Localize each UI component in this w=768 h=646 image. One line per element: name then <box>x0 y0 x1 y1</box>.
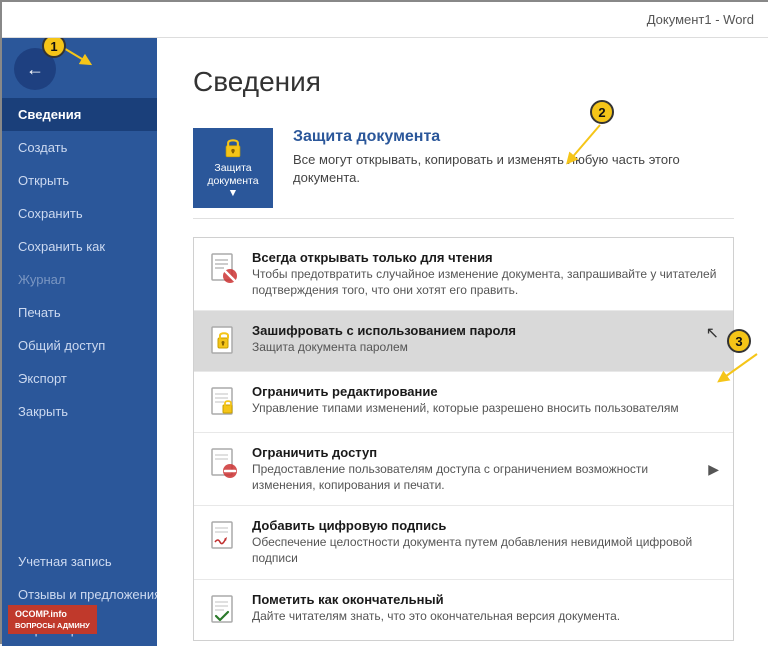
restrict-edit-text: Ограничить редактирование Управление тип… <box>252 384 719 417</box>
back-icon: ← <box>26 59 44 80</box>
sidebar-nav: Сведения Создать Открыть Сохранить Сохра… <box>2 98 157 428</box>
main-content: ← 1 Сведения <box>2 38 768 646</box>
restrict-access-icon <box>208 445 240 481</box>
protect-document-button[interactable]: Защитадокумента ▼ <box>193 128 273 208</box>
protect-section: 2 <box>193 118 734 219</box>
sidebar-item-sohranit-kak[interactable]: Сохранить как <box>2 230 157 263</box>
restrict-access-desc: Предоставление пользователям доступа с о… <box>252 462 700 493</box>
annotation-3: 3 <box>727 329 751 353</box>
sidebar-spacer <box>2 428 157 545</box>
digital-signature-title: Добавить цифровую подпись <box>252 518 719 533</box>
sidebar: ← 1 Сведения <box>2 38 157 646</box>
annotation-2: 2 <box>590 100 614 124</box>
watermark: OCOMP.info ВОПРОСЫ АДМИНУ <box>8 605 97 634</box>
annotation-3-wrapper: 3 <box>727 329 751 353</box>
sidebar-item-sohranit[interactable]: Сохранить <box>2 197 157 230</box>
restrict-access-arrow: ▶ <box>708 461 719 478</box>
mark-final-title: Пометить как окончательный <box>252 592 719 607</box>
page-title: Сведения <box>193 66 734 98</box>
digital-signature-icon <box>208 518 240 554</box>
title-bar-text: Документ1 - Word <box>647 12 754 27</box>
sidebar-item-sozdat[interactable]: Создать <box>2 131 157 164</box>
app-window: Документ1 - Word ← 1 <box>2 2 768 646</box>
protect-title: Защита документа <box>293 128 734 146</box>
annotation-1: 1 <box>42 38 66 58</box>
mark-final-desc: Дайте читателям знать, что это окончател… <box>252 609 719 625</box>
title-bar: Документ1 - Word <box>2 2 768 38</box>
menu-item-read-only[interactable]: Всегда открывать только для чтения Чтобы… <box>194 238 733 311</box>
sidebar-item-zhurnal: Журнал <box>2 263 157 296</box>
sidebar-item-svedenia[interactable]: Сведения <box>2 98 157 131</box>
read-only-text: Всегда открывать только для чтения Чтобы… <box>252 250 719 298</box>
menu-item-encrypt[interactable]: 3 <box>194 311 733 372</box>
annotation-2-wrapper: 2 <box>590 100 614 124</box>
restrict-edit-desc: Управление типами изменений, которые раз… <box>252 401 719 417</box>
digital-signature-desc: Обеспечение целостности документа путем … <box>252 535 719 566</box>
protect-description: Все могут открывать, копировать и изменя… <box>293 151 734 187</box>
sidebar-item-pechat[interactable]: Печать <box>2 296 157 329</box>
menu-item-digital-signature[interactable]: Добавить цифровую подпись Обеспечение це… <box>194 506 733 579</box>
restrict-edit-icon <box>208 384 240 420</box>
sidebar-item-otkryt[interactable]: Открыть <box>2 164 157 197</box>
cursor-indicator: ↖ <box>706 323 719 343</box>
digital-signature-text: Добавить цифровую подпись Обеспечение це… <box>252 518 719 566</box>
read-only-desc: Чтобы предотвратить случайное изменение … <box>252 267 719 298</box>
protect-icon-label: Защитадокумента ▼ <box>201 162 265 200</box>
protect-dropdown: Всегда открывать только для чтения Чтобы… <box>193 237 734 641</box>
encrypt-icon <box>208 323 240 359</box>
read-only-icon <box>208 250 240 286</box>
lock-icon <box>218 136 248 158</box>
sidebar-item-eksport[interactable]: Экспорт <box>2 362 157 395</box>
encrypt-desc: Защита документа паролем <box>252 340 702 356</box>
encrypt-text: Зашифровать с использованием пароля Защи… <box>252 323 702 356</box>
mark-final-text: Пометить как окончательный Дайте читател… <box>252 592 719 625</box>
sidebar-item-zakryt[interactable]: Закрыть <box>2 395 157 428</box>
mark-final-icon <box>208 592 240 628</box>
menu-item-mark-final[interactable]: Пометить как окончательный Дайте читател… <box>194 580 733 640</box>
menu-item-restrict-access[interactable]: Ограничить доступ Предоставление пользов… <box>194 433 733 506</box>
main-area: Сведения 2 <box>157 38 768 646</box>
restrict-access-text: Ограничить доступ Предоставление пользов… <box>252 445 700 493</box>
encrypt-title: Зашифровать с использованием пароля <box>252 323 702 338</box>
sidebar-item-obshiy-dostup[interactable]: Общий доступ <box>2 329 157 362</box>
watermark-line2: ВОПРОСЫ АДМИНУ <box>15 621 90 632</box>
watermark-line1: OCOMP.info <box>15 608 90 621</box>
protect-info: Защита документа Все могут открывать, ко… <box>293 128 734 187</box>
sidebar-item-uchet-zapis[interactable]: Учетная запись <box>2 545 157 578</box>
restrict-edit-title: Ограничить редактирование <box>252 384 719 399</box>
menu-item-restrict-edit[interactable]: Ограничить редактирование Управление тип… <box>194 372 733 433</box>
read-only-title: Всегда открывать только для чтения <box>252 250 719 265</box>
restrict-access-title: Ограничить доступ <box>252 445 700 460</box>
